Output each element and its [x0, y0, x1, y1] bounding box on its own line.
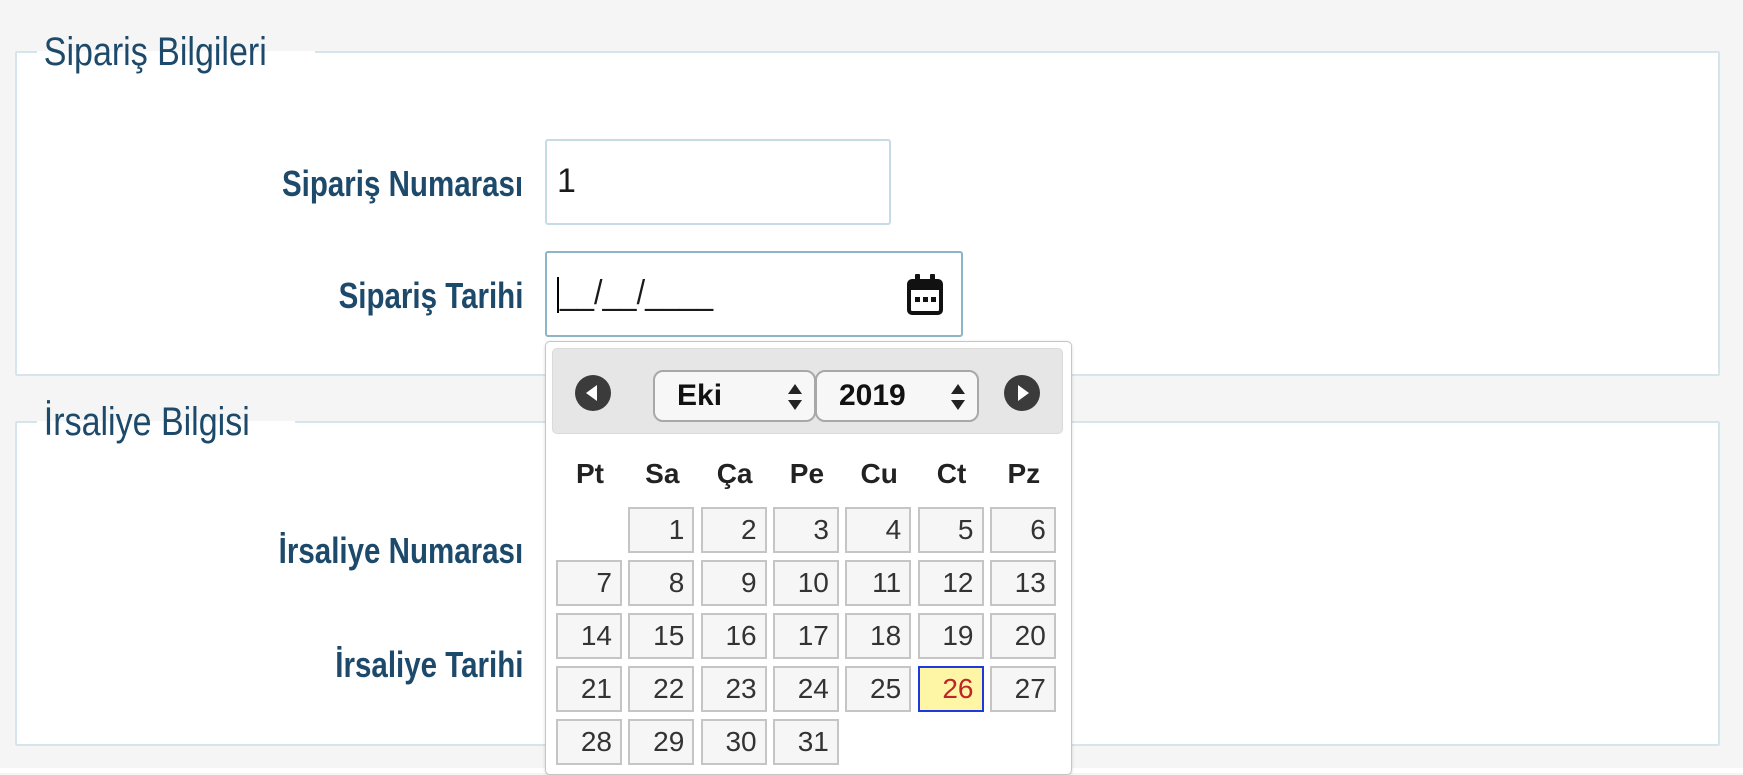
day-cell[interactable]: 14 [556, 613, 622, 659]
weekday-label: Pt [576, 458, 604, 489]
day-cell[interactable]: 31 [772, 719, 839, 765]
day-cell[interactable]: 15 [628, 613, 695, 659]
weekday-label: Sa [645, 458, 680, 489]
order-info-legend: Sipariş Bilgileri [43, 30, 267, 74]
day-cell[interactable]: 22 [628, 666, 695, 712]
order-date-input[interactable]: __/__/____ [545, 251, 963, 337]
month-select-value: Eki [677, 379, 723, 412]
order-date-mask: __/__/____ [560, 274, 714, 312]
year-select[interactable]: 2019 [815, 370, 979, 422]
day-cell[interactable]: 24 [772, 666, 839, 712]
day-cell[interactable]: 23 [700, 666, 767, 712]
day-cell[interactable]: 4 [845, 507, 912, 553]
day-cell[interactable]: 12 [917, 560, 984, 606]
day-cell-today[interactable]: 26 [917, 666, 984, 712]
day-cell[interactable]: 1 [628, 507, 695, 553]
day-cell[interactable]: 8 [628, 560, 695, 606]
day-cell[interactable]: 28 [556, 719, 622, 765]
day-cell[interactable]: 30 [700, 719, 767, 765]
day-cell[interactable]: 13 [989, 560, 1056, 606]
day-cell[interactable]: 18 [845, 613, 912, 659]
day-cell[interactable]: 7 [556, 560, 622, 606]
waybill-date-label: İrsaliye Tarihi [334, 644, 523, 685]
day-cell[interactable]: 10 [772, 560, 839, 606]
waybill-number-label: İrsaliye Numarası [278, 530, 523, 571]
weekday-label: Ct [936, 458, 967, 489]
circle-arrow-right-icon[interactable] [1004, 375, 1040, 411]
weekday-label: Pz [1007, 458, 1041, 489]
month-select[interactable]: Eki [653, 370, 816, 422]
day-cell[interactable]: 11 [845, 560, 912, 606]
order-number-value: 1 [557, 162, 576, 200]
order-date-label: Sipariş Tarihi [338, 275, 523, 316]
calendar-icon[interactable] [905, 273, 945, 317]
day-cell[interactable]: 29 [628, 719, 695, 765]
text-cursor [557, 277, 559, 314]
weekday-label: Ça [716, 458, 753, 489]
day-cell[interactable]: 6 [989, 507, 1056, 553]
day-cell[interactable]: 19 [917, 613, 984, 659]
weekday-header-row: Pt Sa Ça Pe Cu Ct Pz [556, 444, 1060, 504]
day-cell[interactable]: 20 [989, 613, 1056, 659]
day-cell[interactable]: 21 [556, 666, 622, 712]
datepicker-header: Eki 2019 [552, 348, 1063, 434]
day-cell[interactable]: 5 [917, 507, 984, 553]
select-arrows-icon [788, 384, 802, 410]
waybill-info-legend: İrsaliye Bilgisi [43, 400, 250, 444]
year-select-value: 2019 [839, 379, 906, 412]
order-number-input[interactable]: 1 [545, 139, 891, 225]
datepicker-popup: Eki 2019 Pt Sa Ça Pe Cu Ct Pz 1 2 3 4 5 6 7 8 9 10 11 12 1… [545, 341, 1072, 775]
weekday-label: Pe [789, 458, 825, 489]
order-number-label: Sipariş Numarası [281, 163, 523, 204]
circle-arrow-left-icon[interactable] [575, 375, 611, 411]
day-cell[interactable]: 27 [989, 666, 1056, 712]
day-cell[interactable]: 2 [700, 507, 767, 553]
select-arrows-icon [951, 384, 965, 410]
weekday-label: Cu [860, 458, 898, 489]
day-cell[interactable]: 3 [772, 507, 839, 553]
day-cell[interactable]: 25 [845, 666, 912, 712]
day-cell[interactable]: 17 [772, 613, 839, 659]
day-cell[interactable]: 16 [700, 613, 767, 659]
day-cell[interactable]: 9 [700, 560, 767, 606]
